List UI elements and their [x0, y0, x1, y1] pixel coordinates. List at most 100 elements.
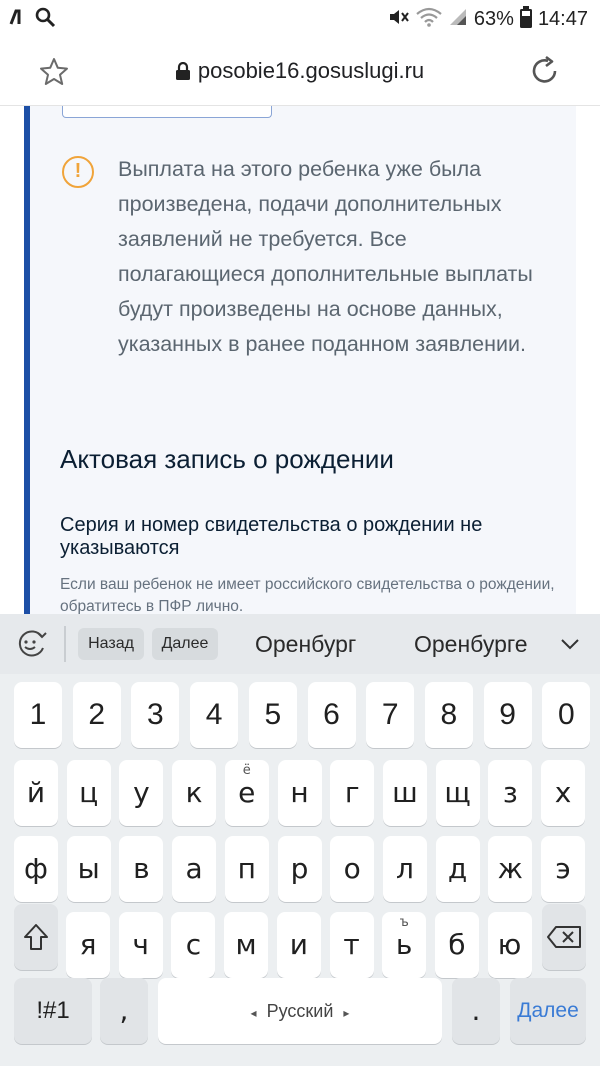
enter-next-key[interactable]: Далее: [510, 978, 586, 1044]
key-ш[interactable]: ш: [382, 760, 427, 826]
key-ч-label: ч: [132, 928, 149, 961]
back-chip-button[interactable]: Назад: [78, 628, 144, 660]
status-right: 63% 14:47: [388, 6, 588, 33]
page-content: ! Выплата на этого ребенка уже была прои…: [0, 106, 600, 614]
key-р-label: р: [290, 852, 309, 885]
key-е-label: е: [238, 776, 256, 809]
key-п[interactable]: п: [224, 836, 269, 902]
field-hint: Если ваш ребенок не имеет российского св…: [60, 576, 555, 614]
warning-message: Выплата на этого ребенка уже была произв…: [118, 157, 533, 356]
info-panel: ! Выплата на этого ребенка уже была прои…: [24, 106, 576, 614]
key-ж[interactable]: ж: [488, 836, 533, 902]
key-num-5[interactable]: 5: [248, 682, 297, 748]
key-num-5-label: 5: [264, 698, 282, 731]
key-х[interactable]: х: [541, 760, 585, 826]
key-т-label: т: [343, 928, 360, 961]
key-к[interactable]: к: [172, 760, 217, 826]
key-э[interactable]: э: [541, 836, 585, 902]
space-key[interactable]: ◂ Русский ▸: [158, 978, 442, 1044]
key-у-label: у: [133, 776, 150, 809]
key-ч[interactable]: ч: [118, 912, 163, 978]
key-num-2[interactable]: 2: [72, 682, 121, 748]
key-т[interactable]: т: [329, 912, 374, 978]
key-г[interactable]: г: [330, 760, 375, 826]
chevron-down-icon[interactable]: [558, 632, 582, 656]
suggestion-2[interactable]: Оренбурге: [414, 628, 528, 660]
key-л-label: л: [395, 852, 414, 885]
key-ю[interactable]: ю: [487, 912, 532, 978]
comma-key[interactable]: ,: [100, 978, 148, 1044]
key-а[interactable]: а: [172, 836, 217, 902]
key-и[interactable]: и: [276, 912, 321, 978]
period-key[interactable]: .: [452, 978, 500, 1044]
shift-key[interactable]: [14, 904, 58, 970]
key-з-label: з: [502, 776, 518, 809]
key-num-3-label: 3: [147, 698, 164, 731]
input-field-partial[interactable]: [62, 106, 272, 118]
status-left: [8, 6, 56, 33]
key-й[interactable]: й: [14, 760, 58, 826]
browser-toolbar: posobie16.gosuslugi.ru: [0, 36, 600, 106]
key-num-7[interactable]: 7: [366, 682, 415, 748]
url-text: posobie16.gosuslugi.ru: [197, 58, 425, 83]
key-num-0[interactable]: 0: [542, 682, 591, 748]
key-num-4[interactable]: 4: [190, 682, 239, 748]
suggestion-1[interactable]: Оренбург: [255, 628, 356, 660]
key-б[interactable]: б: [434, 912, 479, 978]
key-щ[interactable]: щ: [435, 760, 480, 826]
key-о[interactable]: о: [330, 836, 375, 902]
key-я-label: я: [79, 928, 97, 961]
key-у[interactable]: у: [119, 760, 164, 826]
key-num-1[interactable]: 1: [14, 682, 62, 748]
lock-icon: [175, 60, 190, 86]
reload-icon[interactable]: [528, 54, 562, 88]
section-title: Актовая запись о рождении: [60, 444, 394, 474]
key-num-4-label: 4: [205, 698, 223, 731]
emoji-icon[interactable]: [14, 628, 48, 660]
key-ь[interactable]: ъь: [382, 912, 427, 978]
key-ц[interactable]: ц: [66, 760, 111, 826]
key-ж-label: ж: [497, 852, 523, 885]
key-а-label: а: [185, 852, 203, 885]
space-label: Русский: [266, 1001, 334, 1021]
key-ф[interactable]: ф: [14, 836, 58, 902]
key-н[interactable]: н: [277, 760, 322, 826]
key-м-label: м: [235, 928, 257, 961]
key-д-label: д: [447, 852, 468, 885]
suggestion-divider: [64, 626, 66, 662]
key-ь-label: ь: [395, 928, 413, 961]
key-ю-label: ю: [497, 928, 522, 961]
key-ы-label: ы: [77, 852, 100, 885]
battery-icon: [519, 6, 532, 33]
key-ы[interactable]: ы: [66, 836, 111, 902]
key-з[interactable]: з: [488, 760, 533, 826]
mute-icon: [388, 7, 410, 32]
key-num-8-label: 8: [440, 698, 458, 731]
key-ц-label: ц: [79, 776, 99, 809]
key-л[interactable]: л: [382, 836, 427, 902]
key-о-label: о: [343, 852, 361, 885]
key-д[interactable]: д: [435, 836, 480, 902]
address-bar[interactable]: posobie16.gosuslugi.ru: [0, 58, 600, 86]
key-num-6-label: 6: [323, 698, 340, 731]
key-е[interactable]: ёе: [224, 760, 269, 826]
next-chip-button[interactable]: Далее: [152, 628, 218, 660]
symbols-key[interactable]: !#1: [14, 978, 92, 1044]
key-я[interactable]: я: [66, 912, 110, 978]
key-с-label: с: [185, 928, 202, 961]
field-title: Серия и номер свидетельства о рождении н…: [60, 514, 483, 559]
key-num-6[interactable]: 6: [307, 682, 356, 748]
key-м[interactable]: м: [224, 912, 269, 978]
key-num-8[interactable]: 8: [424, 682, 473, 748]
backspace-icon: [547, 926, 581, 948]
key-num-7-label: 7: [381, 698, 399, 731]
backspace-key[interactable]: [542, 904, 586, 970]
key-н-label: н: [290, 776, 309, 809]
key-ь-alt-char: ъ: [399, 915, 409, 930]
key-в[interactable]: в: [119, 836, 164, 902]
key-num-9[interactable]: 9: [483, 682, 532, 748]
key-р[interactable]: р: [277, 836, 322, 902]
key-с[interactable]: с: [171, 912, 216, 978]
key-num-3[interactable]: 3: [131, 682, 180, 748]
key-num-2-label: 2: [88, 698, 106, 731]
